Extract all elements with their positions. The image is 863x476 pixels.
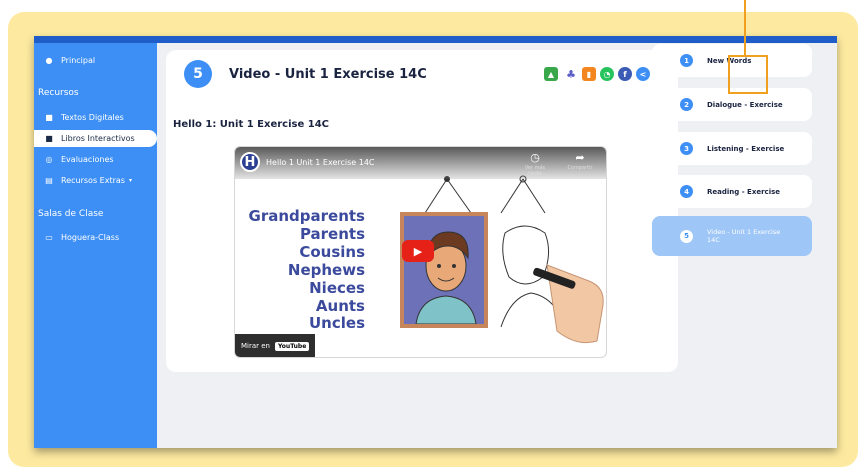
- callout-pointer-line: [744, 0, 746, 56]
- step-label: Reading - Exercise: [707, 187, 781, 196]
- step-number: 2: [680, 98, 693, 111]
- youtube-logo-icon: YouTube: [275, 341, 310, 351]
- family-word: Aunts: [315, 297, 365, 315]
- family-word: Parents: [299, 225, 365, 243]
- sidebar: ● Principal Recursos ■ Textos Digitales …: [34, 43, 157, 448]
- step-number: 1: [680, 54, 693, 67]
- chart-share-icon[interactable]: ▮: [582, 67, 596, 81]
- facebook-share-icon[interactable]: f: [618, 67, 632, 81]
- target-icon: ◎: [45, 155, 53, 164]
- sidebar-item-recursos-extras[interactable]: ▤ Recursos Extras ▾: [34, 172, 157, 189]
- watch-on-label: Mirar en: [241, 342, 270, 350]
- callout-highlight-box: [728, 55, 768, 94]
- teams-share-icon[interactable]: ♣: [564, 67, 578, 81]
- sidebar-item-label: Evaluaciones: [61, 155, 114, 164]
- play-button[interactable]: ▶: [402, 240, 434, 262]
- share-video-label: Compartir: [567, 165, 593, 171]
- sidebar-item-libros-interactivos[interactable]: ■ Libros Interactivos: [34, 130, 157, 147]
- sidebar-item-evaluaciones[interactable]: ◎ Evaluaciones: [34, 151, 157, 168]
- watch-later-label: Ver más tarde: [524, 165, 546, 177]
- board-icon: ▭: [45, 233, 53, 242]
- step-item-reading[interactable]: 4 Reading - Exercise: [652, 175, 812, 208]
- lesson-subtitle: Hello 1: Unit 1 Exercise 14C: [173, 119, 329, 130]
- sidebar-section-salas: Salas de Clase: [38, 209, 104, 219]
- family-word: Nephews: [287, 261, 365, 279]
- chevron-down-icon: ▾: [128, 177, 132, 184]
- file-icon: ▤: [45, 176, 53, 185]
- share-arrow-icon: ➦: [575, 151, 585, 164]
- top-bar: [34, 36, 837, 43]
- sidebar-item-textos-digitales[interactable]: ■ Textos Digitales: [34, 109, 157, 126]
- video-title[interactable]: Hello 1 Unit 1 Exercise 14C: [266, 158, 375, 167]
- whatsapp-share-icon[interactable]: ◔: [600, 67, 614, 81]
- family-word: Nieces: [309, 279, 365, 297]
- step-label: Video - Unit 1 Exercise 14C: [707, 228, 781, 244]
- step-label: Dialogue - Exercise: [707, 100, 783, 109]
- sidebar-item-label: Textos Digitales: [61, 113, 124, 122]
- family-word: Cousins: [299, 243, 365, 261]
- sidebar-item-label: Hoguera-Class: [61, 233, 120, 242]
- sidebar-item-label: Libros Interactivos: [61, 134, 135, 143]
- sidebar-item-principal[interactable]: ● Principal: [34, 52, 157, 69]
- sidebar-item-hoguera-class[interactable]: ▭ Hoguera-Class: [34, 229, 157, 246]
- step-label: Listening - Exercise: [707, 144, 785, 153]
- step-item-video[interactable]: 5 Video - Unit 1 Exercise 14C: [652, 216, 812, 256]
- sidebar-item-label: Principal: [61, 56, 96, 65]
- classroom-share-icon[interactable]: ▲: [544, 67, 558, 81]
- watch-on-youtube-button[interactable]: Mirar en YouTube: [235, 334, 315, 357]
- sidebar-section-recursos: Recursos: [38, 88, 79, 98]
- content-card: 5 Video - Unit 1 Exercise 14C ▲ ♣ ▮ ◔ f …: [166, 50, 678, 372]
- boy-illustration: [415, 231, 477, 324]
- share-icon[interactable]: <: [636, 67, 650, 81]
- play-icon: ▶: [413, 244, 423, 258]
- palette-icon: ●: [45, 56, 53, 65]
- watch-later-button[interactable]: ◷ Ver más tarde: [520, 151, 550, 177]
- step-number: 3: [680, 142, 693, 155]
- step-number: 5: [680, 229, 693, 243]
- family-word: Grandparents: [248, 207, 365, 225]
- book-open-icon: ■: [45, 134, 53, 143]
- share-video-button[interactable]: ➦ Compartir: [565, 151, 595, 171]
- video-player[interactable]: H Hello 1 Unit 1 Exercise 14C ◷ Ver más …: [234, 146, 607, 358]
- book-icon: ■: [45, 113, 53, 122]
- portrait-frame: [400, 212, 488, 328]
- step-number-badge: 5: [184, 60, 212, 88]
- channel-avatar[interactable]: H: [240, 152, 260, 172]
- clock-icon: ◷: [530, 151, 540, 164]
- portrait-image: [404, 216, 484, 324]
- step-number: 4: [680, 185, 693, 198]
- page-title: Video - Unit 1 Exercise 14C: [229, 67, 427, 82]
- sidebar-item-label: Recursos Extras: [61, 176, 125, 185]
- step-item-listening[interactable]: 3 Listening - Exercise: [652, 132, 812, 165]
- family-word: Uncles: [309, 314, 365, 332]
